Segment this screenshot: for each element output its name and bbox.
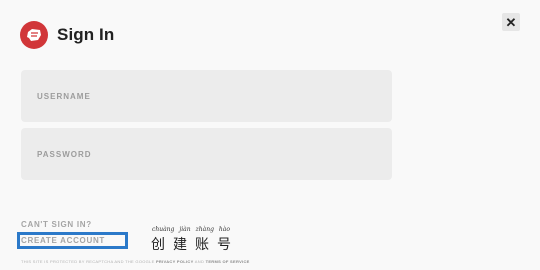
pinyin-3: zhàng	[195, 226, 214, 233]
username-input[interactable]	[21, 70, 392, 122]
annotation-hanzi: 创 建 账 号	[150, 234, 232, 254]
terms-of-service-link[interactable]: TERMS OF SERVICE	[206, 259, 250, 264]
header: Sign In	[20, 20, 114, 50]
password-input[interactable]	[21, 128, 392, 180]
close-icon: ✕	[505, 14, 517, 30]
hanzi-4: 号	[217, 237, 231, 253]
hanzi-2: 建	[173, 237, 187, 253]
username-field[interactable]	[21, 70, 392, 122]
annotation-label: chuàng jiàn zhàng hào 创 建 账 号	[150, 226, 232, 254]
hanzi-1: 创	[151, 237, 165, 253]
cant-sign-in-link[interactable]: CAN'T SIGN IN?	[21, 220, 92, 229]
annotation-pinyin: chuàng jiàn zhàng hào	[150, 226, 232, 233]
close-button[interactable]: ✕	[502, 13, 520, 31]
legal-text: THIS SITE IS PROTECTED BY RECAPTCHA AND …	[21, 259, 250, 264]
hanzi-3: 账	[195, 237, 209, 253]
privacy-policy-link[interactable]: PRIVACY POLICY	[156, 259, 194, 264]
page-title: Sign In	[57, 25, 115, 44]
pinyin-4: hào	[218, 226, 230, 233]
highlight-box	[17, 232, 128, 249]
pinyin-1: chuàng	[152, 226, 175, 233]
legal-and: AND	[194, 259, 205, 264]
riot-fist-icon	[20, 21, 48, 49]
legal-prefix: THIS SITE IS PROTECTED BY RECAPTCHA AND …	[21, 259, 155, 264]
password-field[interactable]	[21, 128, 392, 180]
pinyin-2: jiàn	[179, 226, 191, 233]
